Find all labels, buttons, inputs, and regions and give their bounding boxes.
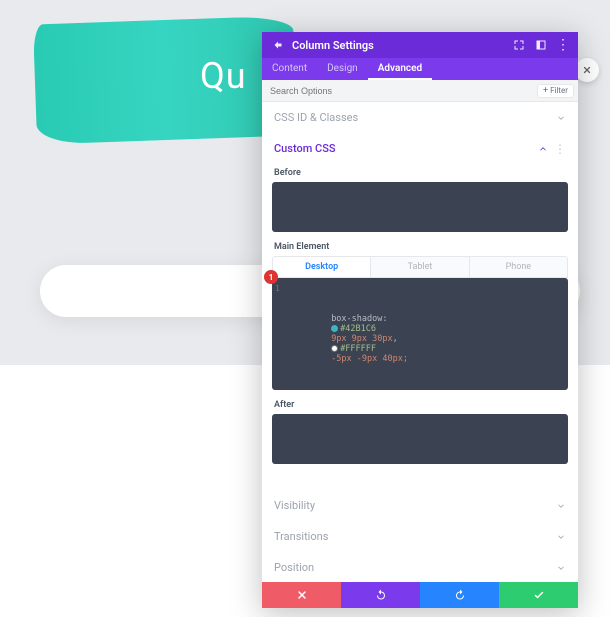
panel-title: Column Settings: [292, 39, 504, 52]
device-tab-phone[interactable]: Phone: [469, 257, 567, 277]
footer-actions: [262, 582, 578, 608]
device-tab-tablet[interactable]: Tablet: [370, 257, 468, 277]
code-vals-2: -5px -9px 40px: [331, 354, 403, 364]
chevron-down-icon: [556, 532, 566, 542]
panel-content[interactable]: CSS ID & Classes Custom CSS ⋮ Before Mai…: [262, 102, 578, 582]
background-brush: [33, 15, 297, 144]
filter-button[interactable]: + Filter: [537, 84, 574, 98]
section-visibility[interactable]: Visibility: [272, 490, 568, 521]
expand-icon[interactable]: [512, 38, 526, 52]
code-vals-1: 9px 9px 30px: [331, 334, 392, 344]
tab-advanced[interactable]: Advanced: [368, 58, 432, 80]
chevron-up-icon: [538, 144, 548, 154]
kebab-icon[interactable]: ⋮: [556, 38, 570, 52]
close-icon: [582, 65, 592, 75]
main-css-input[interactable]: 1 box-shadow: #42B1C6 9px 9px 30px, #FFF…: [272, 278, 568, 390]
snap-icon[interactable]: [534, 38, 548, 52]
background-word: Qu: [200, 55, 247, 97]
filter-label: Filter: [550, 86, 568, 95]
section-label: CSS ID & Classes: [274, 111, 358, 124]
chevron-down-icon: [556, 501, 566, 511]
code-hex-2: #FFFFFF: [340, 344, 376, 354]
undo-button[interactable]: [341, 582, 420, 608]
main-element-label: Main Element: [274, 242, 566, 252]
after-css-input[interactable]: [272, 414, 568, 464]
tab-design[interactable]: Design: [317, 58, 368, 80]
code-hex-1: #42B1C6: [340, 324, 376, 334]
save-button[interactable]: [499, 582, 578, 608]
module-tabs: Content Design Advanced: [262, 58, 578, 80]
undo-icon: [375, 589, 387, 601]
after-label: After: [274, 400, 566, 410]
back-icon[interactable]: [270, 38, 284, 52]
section-label: Position: [274, 561, 314, 574]
device-tabs: Desktop Tablet Phone: [272, 256, 568, 278]
code-prop: box-shadow:: [331, 314, 387, 324]
before-label: Before: [274, 168, 566, 178]
search-row: + Filter: [262, 80, 578, 102]
section-custom-css[interactable]: Custom CSS ⋮: [272, 133, 568, 164]
code-sep: ,: [393, 334, 398, 344]
tab-content[interactable]: Content: [262, 58, 317, 80]
section-kebab-icon[interactable]: ⋮: [554, 143, 566, 155]
color-swatch-1: [331, 325, 338, 332]
chevron-down-icon: [556, 113, 566, 123]
color-swatch-2: [331, 345, 338, 352]
section-position[interactable]: Position: [272, 552, 568, 582]
close-bubble[interactable]: [575, 58, 599, 82]
callout-1: 1: [264, 270, 278, 284]
search-input[interactable]: [262, 86, 537, 96]
redo-button[interactable]: [420, 582, 499, 608]
redo-icon: [454, 589, 466, 601]
before-css-input[interactable]: [272, 182, 568, 232]
chevron-down-icon: [556, 563, 566, 573]
code-semi: ;: [403, 354, 408, 364]
check-icon: [533, 589, 545, 601]
section-label: Custom CSS: [274, 142, 336, 155]
section-label: Visibility: [274, 499, 315, 512]
section-label: Transitions: [274, 530, 328, 543]
device-tab-desktop[interactable]: Desktop: [273, 257, 370, 277]
titlebar: Column Settings ⋮: [262, 32, 578, 58]
settings-panel: Column Settings ⋮ Content Design Advance…: [262, 32, 578, 608]
close-icon: [296, 589, 308, 601]
section-transitions[interactable]: Transitions: [272, 521, 568, 552]
cancel-button[interactable]: [262, 582, 341, 608]
line-number: 1: [275, 284, 280, 293]
section-css-id[interactable]: CSS ID & Classes: [272, 102, 568, 133]
